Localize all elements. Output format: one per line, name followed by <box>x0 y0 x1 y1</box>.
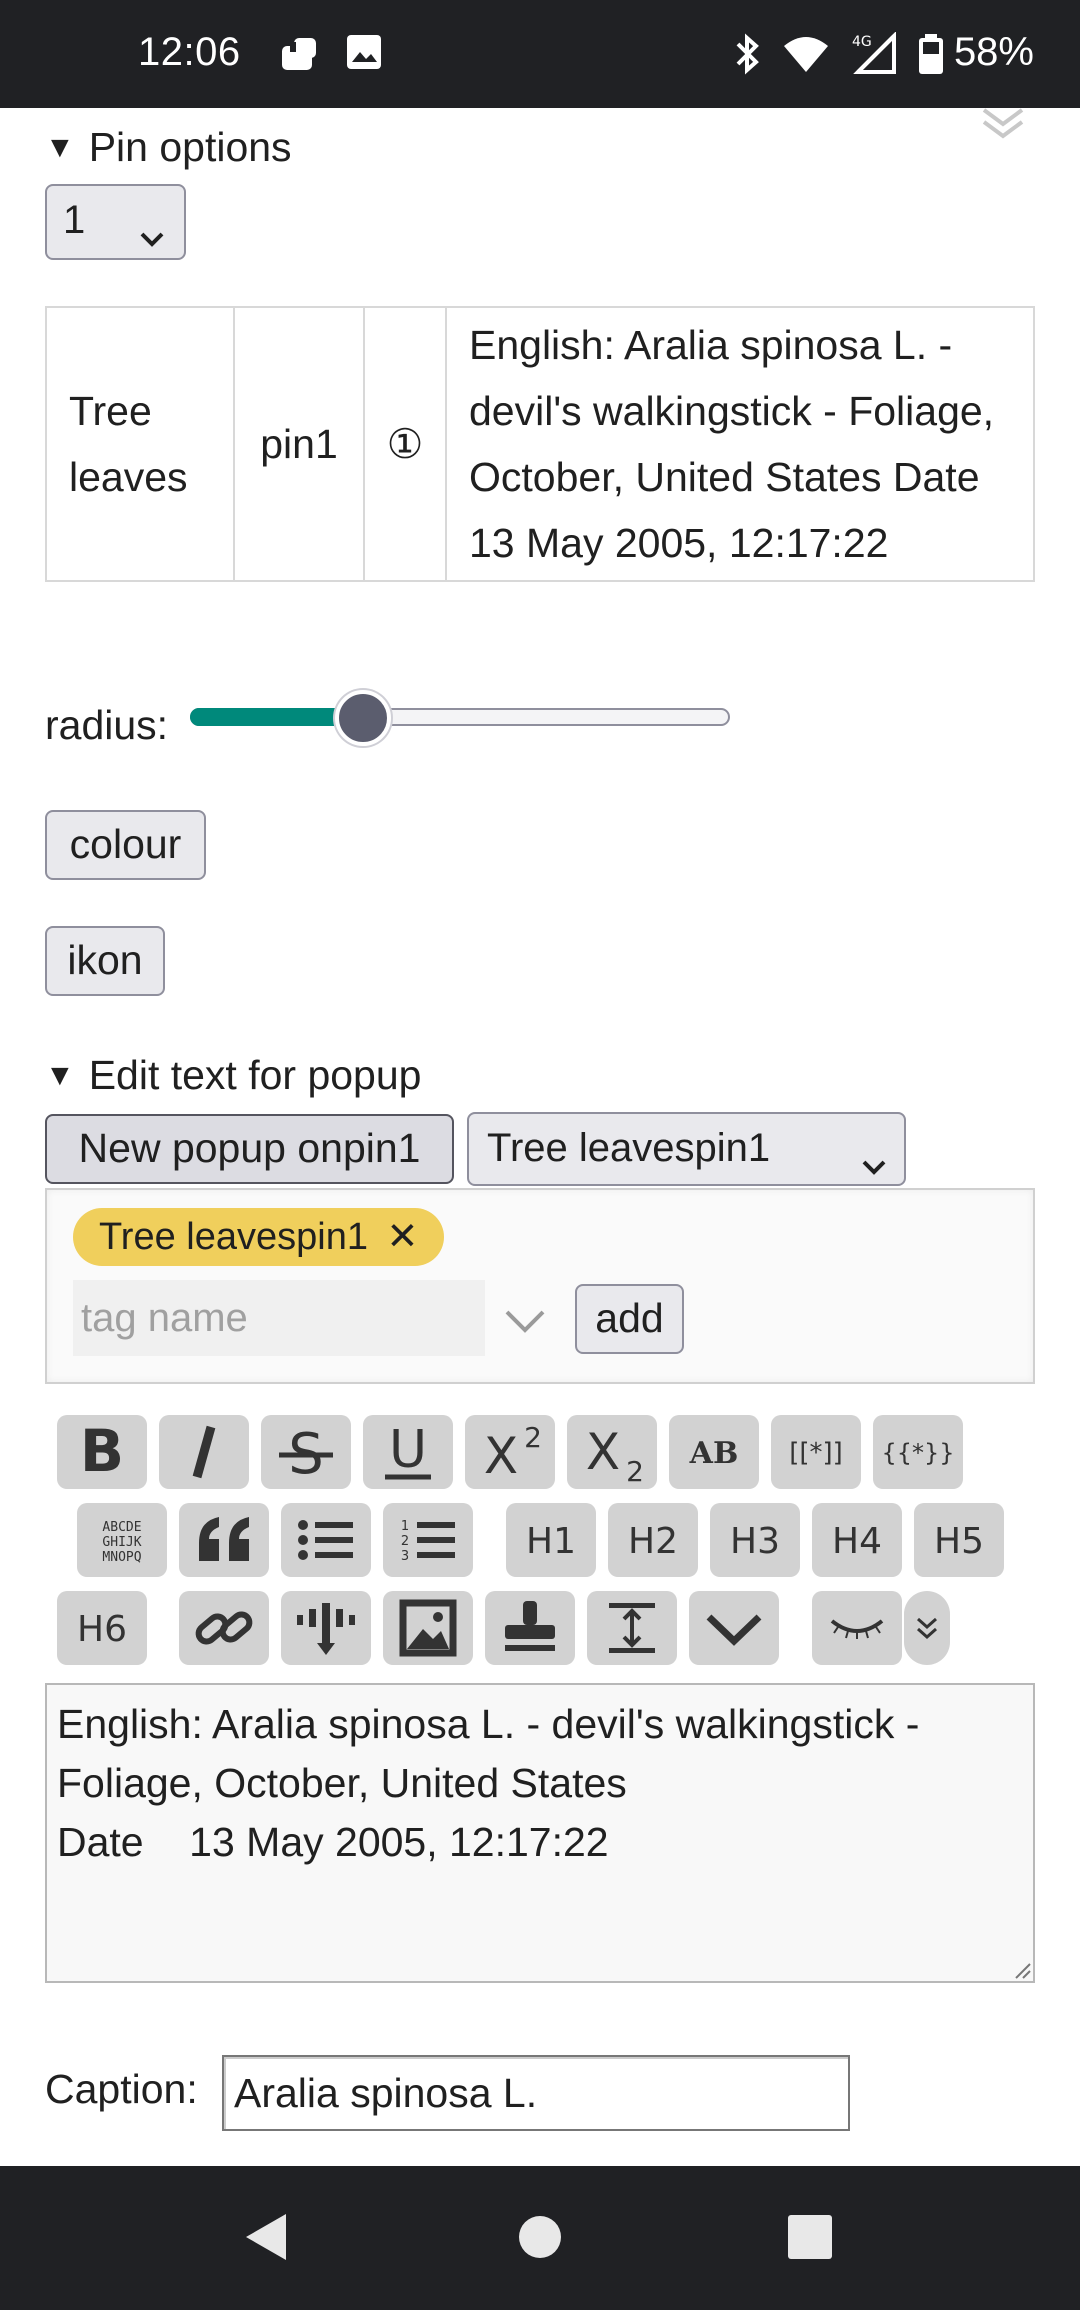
popup-select[interactable]: Tree leavespin1 <box>467 1112 906 1186</box>
radius-label: radius: <box>45 702 169 748</box>
svg-text:AB: AB <box>689 1436 739 1471</box>
eye-closed-button[interactable] <box>812 1591 902 1665</box>
svg-text:3: 3 <box>401 1549 409 1564</box>
stamp-button[interactable] <box>485 1591 575 1665</box>
caption-label: Caption: <box>45 2066 198 2112</box>
quote-button[interactable] <box>179 1503 269 1577</box>
status-time: 12:06 <box>138 30 241 74</box>
recents-icon[interactable] <box>788 2212 832 2267</box>
pin-id-cell: pin1 <box>233 306 365 582</box>
cloud-icon <box>278 32 322 81</box>
resize-handle-icon[interactable] <box>1014 1962 1032 1985</box>
wifi-icon <box>782 32 830 81</box>
superscript-button[interactable]: X2 <box>465 1415 555 1489</box>
chevron-down-icon[interactable] <box>503 1308 547 1339</box>
heading-4-button[interactable]: H4 <box>812 1503 902 1577</box>
wikilink-button[interactable]: [[*]] <box>771 1415 861 1489</box>
disclosure-triangle-icon: ▼ <box>45 1059 75 1092</box>
line-height-button[interactable] <box>587 1591 677 1665</box>
edit-popup-summary[interactable]: ▼ Edit text for popup <box>45 1052 421 1099</box>
svg-text:1: 1 <box>401 1519 409 1534</box>
numbered-list-button[interactable]: 123 <box>383 1503 473 1577</box>
svg-text:B: B <box>80 1417 124 1485</box>
svg-text:H5: H5 <box>934 1521 984 1562</box>
pin-options-summary[interactable]: ▼ Pin options <box>45 124 292 171</box>
svg-text:4G: 4G <box>852 34 872 50</box>
colour-button[interactable]: colour <box>45 810 206 880</box>
radius-slider-thumb[interactable] <box>334 690 391 746</box>
table-row: Tree leaves pin1 ① English: Aralia spino… <box>45 306 1035 582</box>
home-icon[interactable] <box>518 2212 562 2267</box>
svg-text:MNOPQ: MNOPQ <box>102 1550 141 1565</box>
new-popup-button[interactable]: New popup onpin1 <box>45 1114 454 1184</box>
chevron-down-button[interactable] <box>689 1591 779 1665</box>
link-button[interactable] <box>179 1591 269 1665</box>
caption-input[interactable]: Aralia spinosa L. <box>222 2055 850 2131</box>
strikethrough-button[interactable]: S <box>261 1415 351 1489</box>
heading-3-button[interactable]: H3 <box>710 1503 800 1577</box>
back-icon[interactable] <box>244 2212 288 2267</box>
ikon-button[interactable]: ikon <box>45 926 165 996</box>
template-button[interactable]: {{*}} <box>873 1415 963 1489</box>
svg-text:U: U <box>389 1420 427 1480</box>
expand-toolbar-button[interactable] <box>904 1591 950 1665</box>
signal-4g-icon: 4G <box>850 31 900 81</box>
collapse-chevron-icon[interactable] <box>980 108 1026 147</box>
svg-text:[[*]]: [[*]] <box>789 1438 843 1468</box>
battery-icon <box>916 32 946 81</box>
bullet-list-button[interactable] <box>281 1503 371 1577</box>
status-bar: 12:06 4G 58% <box>0 0 1080 108</box>
image-button[interactable] <box>383 1591 473 1665</box>
map-pin-button[interactable] <box>281 1591 371 1665</box>
svg-text:H3: H3 <box>730 1521 780 1562</box>
svg-text:X: X <box>586 1423 620 1481</box>
pin-table: Tree leaves pin1 ① English: Aralia spino… <box>45 306 1035 582</box>
underline-button[interactable]: U <box>363 1415 453 1489</box>
chevron-down-icon <box>139 214 165 259</box>
small-caps-button[interactable]: AB <box>669 1415 759 1489</box>
pin-marker-cell: ① <box>363 306 447 582</box>
heading-1-button[interactable]: H1 <box>506 1503 596 1577</box>
chip-close-icon[interactable]: ✕ <box>387 1216 419 1258</box>
heading-5-button[interactable]: H5 <box>914 1503 1004 1577</box>
chevron-down-icon <box>861 1142 887 1187</box>
svg-text:H1: H1 <box>526 1521 576 1562</box>
svg-text:H4: H4 <box>832 1521 882 1562</box>
svg-text:H2: H2 <box>628 1521 678 1562</box>
svg-text:2: 2 <box>401 1534 409 1549</box>
tag-box: Tree leavespin1 ✕ tag name add <box>45 1188 1035 1384</box>
svg-text:{{*}}: {{*}} <box>881 1439 954 1467</box>
svg-text:H6: H6 <box>77 1609 127 1650</box>
navigation-bar <box>0 2166 1080 2310</box>
tag-chip: Tree leavespin1 ✕ <box>73 1208 445 1266</box>
bold-button[interactable]: B <box>57 1415 147 1489</box>
image-icon <box>344 32 384 77</box>
heading-6-button[interactable]: H6 <box>57 1591 147 1665</box>
disclosure-triangle-icon: ▼ <box>45 131 75 164</box>
add-tag-button[interactable]: add <box>575 1284 684 1354</box>
svg-text:2: 2 <box>626 1455 644 1488</box>
svg-text:X: X <box>484 1427 518 1485</box>
pin-number-select[interactable]: 1 <box>45 184 186 260</box>
svg-text:2: 2 <box>524 1421 542 1454</box>
pin-name-cell: Tree leaves <box>45 306 235 582</box>
monospace-button[interactable]: ABCDE GHIJK MNOPQ <box>77 1503 167 1577</box>
pin-description-cell: English: Aralia spinosa L. - devil's wal… <box>445 306 1035 582</box>
italic-button[interactable] <box>159 1415 249 1489</box>
tag-name-input[interactable]: tag name <box>73 1280 485 1356</box>
svg-text:ABCDE: ABCDE <box>102 1520 141 1535</box>
heading-2-button[interactable]: H2 <box>608 1503 698 1577</box>
battery-percent: 58% <box>953 30 1034 74</box>
svg-text:GHIJK: GHIJK <box>102 1535 141 1550</box>
popup-text-editor[interactable]: English: Aralia spinosa L. - devil's wal… <box>45 1683 1035 1983</box>
subscript-button[interactable]: X2 <box>567 1415 657 1489</box>
bluetooth-icon <box>730 32 766 81</box>
